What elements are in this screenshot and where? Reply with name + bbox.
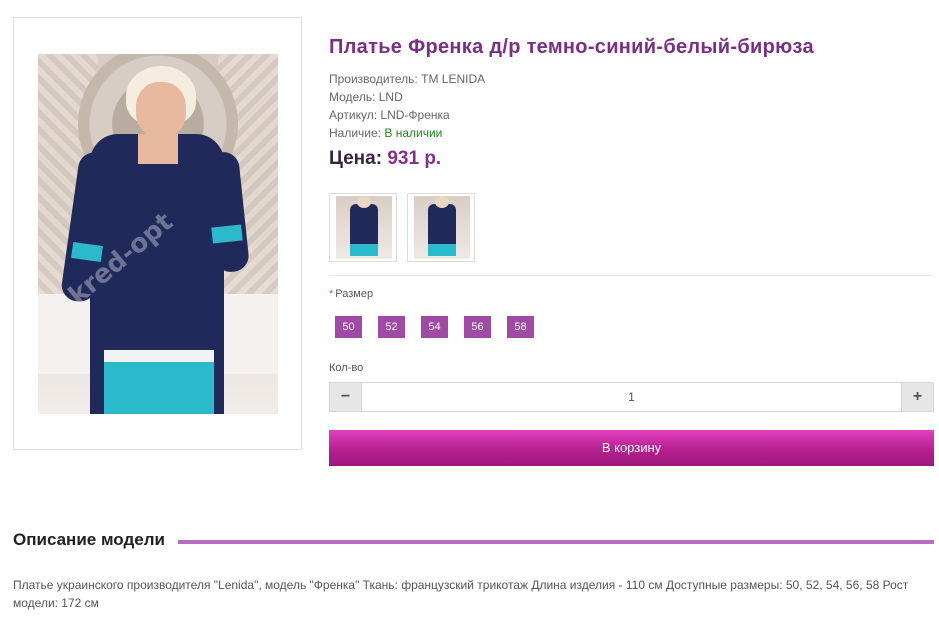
size-option-56[interactable]: 56	[464, 316, 491, 338]
photo-cuff-right	[211, 224, 243, 244]
product-title: Платье Френка д/р темно-синий-белый-бирю…	[329, 36, 814, 58]
price-amount: 931 р.	[387, 148, 442, 169]
photo-neck	[138, 134, 178, 164]
size-options: 50 52 54 56 58	[335, 316, 534, 338]
availability-label: Наличие:	[329, 126, 382, 140]
size-label-text: Размер	[335, 288, 374, 300]
product-main-image[interactable]: kred-opt	[13, 17, 302, 450]
divider	[329, 275, 933, 276]
sku-label: Артикул:	[329, 108, 378, 122]
photo-hem-white	[104, 350, 214, 362]
sku-row: Артикул: LND-Френка	[329, 106, 485, 124]
quantity-input[interactable]: 1	[361, 383, 902, 411]
size-option-54[interactable]: 54	[421, 316, 448, 338]
sku-value: LND-Френка	[380, 108, 450, 122]
availability-status: В наличии	[384, 126, 443, 140]
quantity-label: Кол-во	[329, 362, 364, 374]
thumbnail-back[interactable]	[407, 193, 475, 262]
product-photo: kred-opt	[38, 54, 278, 414]
thumbnail-hem	[350, 244, 378, 256]
manufacturer-value: TM LENIDA	[421, 72, 486, 86]
size-option-50[interactable]: 50	[335, 316, 362, 338]
size-option-58[interactable]: 58	[507, 316, 534, 338]
description-title-underline	[178, 540, 934, 544]
add-to-cart-button[interactable]: В корзину	[329, 430, 934, 466]
manufacturer-label: Производитель:	[329, 72, 418, 86]
model-row: Модель: LND	[329, 88, 485, 106]
quantity-decrease-button[interactable]: −	[330, 383, 361, 411]
thumbnail-hem	[428, 244, 456, 256]
model-label: Модель:	[329, 90, 376, 104]
price: Цена: 931 р.	[329, 148, 441, 170]
product-meta: Производитель: TM LENIDA Модель: LND Арт…	[329, 70, 485, 142]
manufacturer-row: Производитель: TM LENIDA	[329, 70, 485, 88]
availability-row: Наличие: В наличии	[329, 124, 485, 142]
required-mark: *	[329, 288, 334, 300]
thumbnail-head	[357, 196, 371, 208]
description-title: Описание модели	[13, 530, 173, 550]
size-label: * Размер	[329, 288, 373, 300]
price-label: Цена:	[329, 148, 383, 169]
thumbnail-front[interactable]	[329, 193, 397, 262]
model-value: LND	[378, 90, 403, 104]
quantity-increase-button[interactable]: +	[902, 383, 933, 411]
thumbnail-head	[435, 196, 449, 208]
photo-hem-turquoise	[104, 362, 214, 414]
thumbnail-gallery	[329, 193, 475, 262]
photo-face	[136, 82, 186, 138]
description-text: Платье украинского производителя "Lenida…	[13, 578, 909, 610]
quantity-stepper: − 1 +	[329, 382, 934, 412]
size-option-52[interactable]: 52	[378, 316, 405, 338]
